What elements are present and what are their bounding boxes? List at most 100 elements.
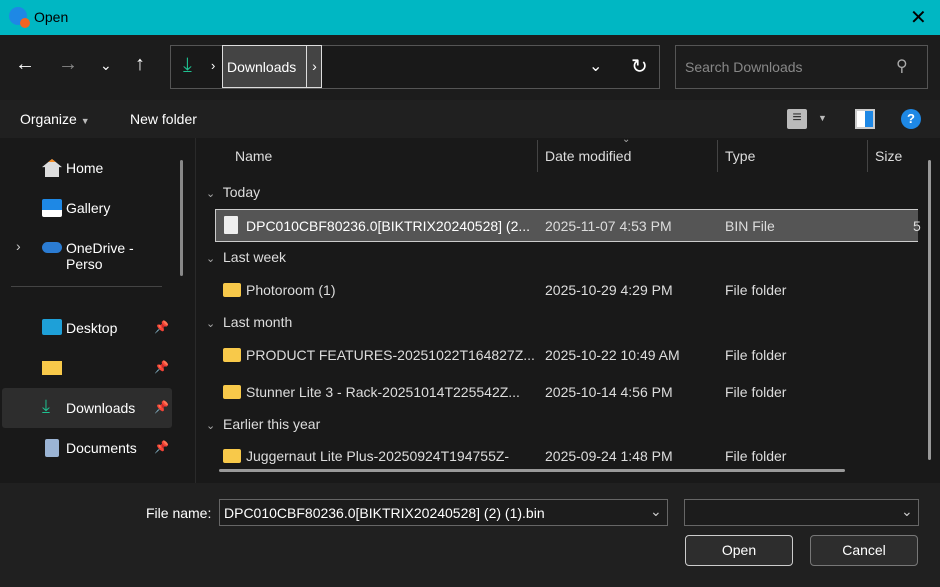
- downloads-icon: ⤓: [42, 396, 50, 416]
- address-dropdown-icon[interactable]: ⌄: [589, 56, 602, 76]
- search-placeholder: Search Downloads: [685, 59, 803, 75]
- recent-locations-icon[interactable]: ⌄: [100, 57, 112, 74]
- folder-icon: [223, 348, 241, 362]
- sidebar-item-gallery[interactable]: Gallery: [2, 188, 172, 228]
- back-icon[interactable]: ←: [15, 53, 35, 76]
- cell-type: BIN File: [725, 218, 775, 234]
- refresh-icon[interactable]: ↻: [631, 54, 648, 79]
- cell-name: Photoroom (1): [246, 282, 336, 298]
- group-label: Last week: [223, 249, 287, 265]
- vertical-scrollbar[interactable]: [928, 160, 931, 460]
- search-input[interactable]: Search Downloads ⚲: [675, 45, 928, 89]
- divider: [195, 138, 196, 483]
- folder-icon: [223, 283, 241, 297]
- group-label: Earlier this year: [223, 416, 321, 432]
- folder-icon: [223, 449, 241, 463]
- cell-name: Stunner Lite 3 - Rack-20251014T225542Z..…: [246, 384, 520, 400]
- cell-type: File folder: [725, 384, 787, 400]
- pin-icon[interactable]: 📌: [154, 320, 169, 334]
- chevron-right-icon: ›: [211, 58, 216, 73]
- pin-icon[interactable]: 📌: [154, 400, 169, 414]
- file-name-input[interactable]: DPC010CBF80236.0[BIKTRIX20240528] (2) (1…: [219, 499, 668, 526]
- list-clip: Juggernaut Lite Plus-20250924T194755Z- 20…: [196, 440, 926, 465]
- home-icon: [42, 159, 62, 177]
- sidebar-item-home[interactable]: Home: [2, 148, 172, 188]
- sidebar-item-onedrive[interactable]: › OneDrive - Perso: [2, 228, 172, 272]
- window-title: Open: [34, 9, 69, 25]
- column-header-name[interactable]: Name: [235, 148, 272, 164]
- sidebar-label: Gallery: [66, 200, 111, 216]
- cell-name: Juggernaut Lite Plus-20250924T194755Z-: [246, 448, 510, 464]
- cell-date: 2025-11-07 4:53 PM: [545, 218, 672, 234]
- sidebar-label: Documents: [66, 440, 137, 456]
- table-row[interactable]: Juggernaut Lite Plus-20250924T194755Z- 20…: [215, 440, 918, 465]
- column-header-size[interactable]: Size: [875, 148, 902, 164]
- sidebar-label: OneDrive - Perso: [66, 240, 134, 272]
- cell-type: File folder: [725, 347, 787, 363]
- footer: File name: DPC010CBF80236.0[BIKTRIX20240…: [0, 483, 940, 587]
- column-header-date[interactable]: Date modified: [545, 148, 631, 164]
- folder-icon: [223, 385, 241, 399]
- preview-pane-icon[interactable]: [855, 109, 875, 129]
- table-row[interactable]: PRODUCT FEATURES-20251022T164827Z... 2025…: [215, 339, 918, 372]
- sidebar-label: Desktop: [66, 320, 118, 336]
- help-icon[interactable]: ?: [901, 109, 921, 129]
- group-header-last-month[interactable]: ⌄ Last month: [206, 314, 292, 330]
- forward-icon[interactable]: →: [58, 53, 78, 76]
- chevron-down-icon[interactable]: ⌄: [650, 503, 662, 520]
- app-icon: [9, 7, 30, 28]
- divider: [537, 140, 538, 172]
- horizontal-scrollbar[interactable]: [219, 469, 845, 472]
- breadcrumb-downloads[interactable]: Downloads ›: [222, 45, 322, 88]
- pin-icon[interactable]: 📌: [154, 360, 169, 374]
- cancel-button[interactable]: Cancel: [810, 535, 918, 566]
- view-dropdown-icon[interactable]: ▼: [818, 113, 827, 123]
- sidebar-scrollbar[interactable]: [180, 160, 183, 276]
- cell-date: 2025-10-29 4:29 PM: [545, 282, 673, 298]
- chevron-down-icon[interactable]: ⌄: [901, 503, 913, 520]
- onedrive-icon: [42, 242, 62, 253]
- cell-date: 2025-10-22 10:49 AM: [545, 347, 680, 363]
- documents-icon: [45, 439, 59, 457]
- table-row[interactable]: Photoroom (1) 2025-10-29 4:29 PM File fold…: [215, 274, 918, 307]
- divider: [717, 140, 718, 172]
- pin-icon[interactable]: 📌: [154, 440, 169, 454]
- column-header-type[interactable]: Type: [725, 148, 755, 164]
- sidebar-item-desktop[interactable]: Desktop 📌: [2, 308, 172, 348]
- group-label: Last month: [223, 314, 293, 330]
- sort-indicator-icon: ⌄: [622, 134, 631, 145]
- sidebar-item-downloads[interactable]: ⤓ Downloads 📌: [2, 388, 172, 428]
- table-row-selected[interactable]: DPC010CBF80236.0[BIKTRIX20240528] (2... …: [215, 209, 921, 242]
- toolbar: Organize ▼ New folder ≡ ▼ ?: [0, 100, 940, 138]
- table-row[interactable]: Stunner Lite 3 - Rack-20251014T225542Z..…: [215, 376, 918, 409]
- sidebar-item-documents[interactable]: Documents 📌: [2, 428, 172, 468]
- cell-name: DPC010CBF80236.0[BIKTRIX20240528] (2...: [246, 218, 531, 234]
- organize-button[interactable]: Organize ▼: [20, 111, 90, 127]
- file-type-select[interactable]: ⌄: [684, 499, 919, 526]
- cell-type: File folder: [725, 448, 787, 464]
- group-header-today[interactable]: ⌄ Today: [206, 184, 260, 200]
- chevron-right-icon[interactable]: ›: [306, 46, 322, 87]
- sidebar-label: Home: [66, 160, 104, 176]
- open-button[interactable]: Open: [685, 535, 793, 566]
- group-header-last-week[interactable]: ⌄ Last week: [206, 249, 286, 265]
- desktop-icon: [42, 319, 62, 335]
- divider: [867, 140, 868, 172]
- view-options-icon[interactable]: ≡: [787, 109, 807, 129]
- file-icon: [224, 216, 238, 234]
- cell-date: 2025-10-14 4:56 PM: [545, 384, 673, 400]
- up-icon[interactable]: ↑: [135, 53, 145, 76]
- file-name-value: DPC010CBF80236.0[BIKTRIX20240528] (2) (1…: [224, 505, 545, 521]
- divider: [11, 286, 162, 287]
- group-header-earlier-this-year[interactable]: ⌄ Earlier this year: [206, 416, 320, 432]
- organize-label: Organize: [20, 111, 77, 127]
- chevron-right-icon[interactable]: ›: [16, 238, 21, 254]
- navigation-pane: Home Gallery › OneDrive - Perso Desktop 📌 …: [0, 138, 195, 483]
- gallery-icon: [42, 199, 62, 217]
- group-label: Today: [222, 184, 261, 200]
- breadcrumb-label: Downloads: [227, 59, 297, 75]
- sidebar-item-folder[interactable]: 📌: [2, 348, 172, 388]
- new-folder-button[interactable]: New folder: [130, 111, 197, 127]
- close-icon[interactable]: ✕: [910, 5, 927, 30]
- sidebar-label: Downloads: [66, 400, 136, 416]
